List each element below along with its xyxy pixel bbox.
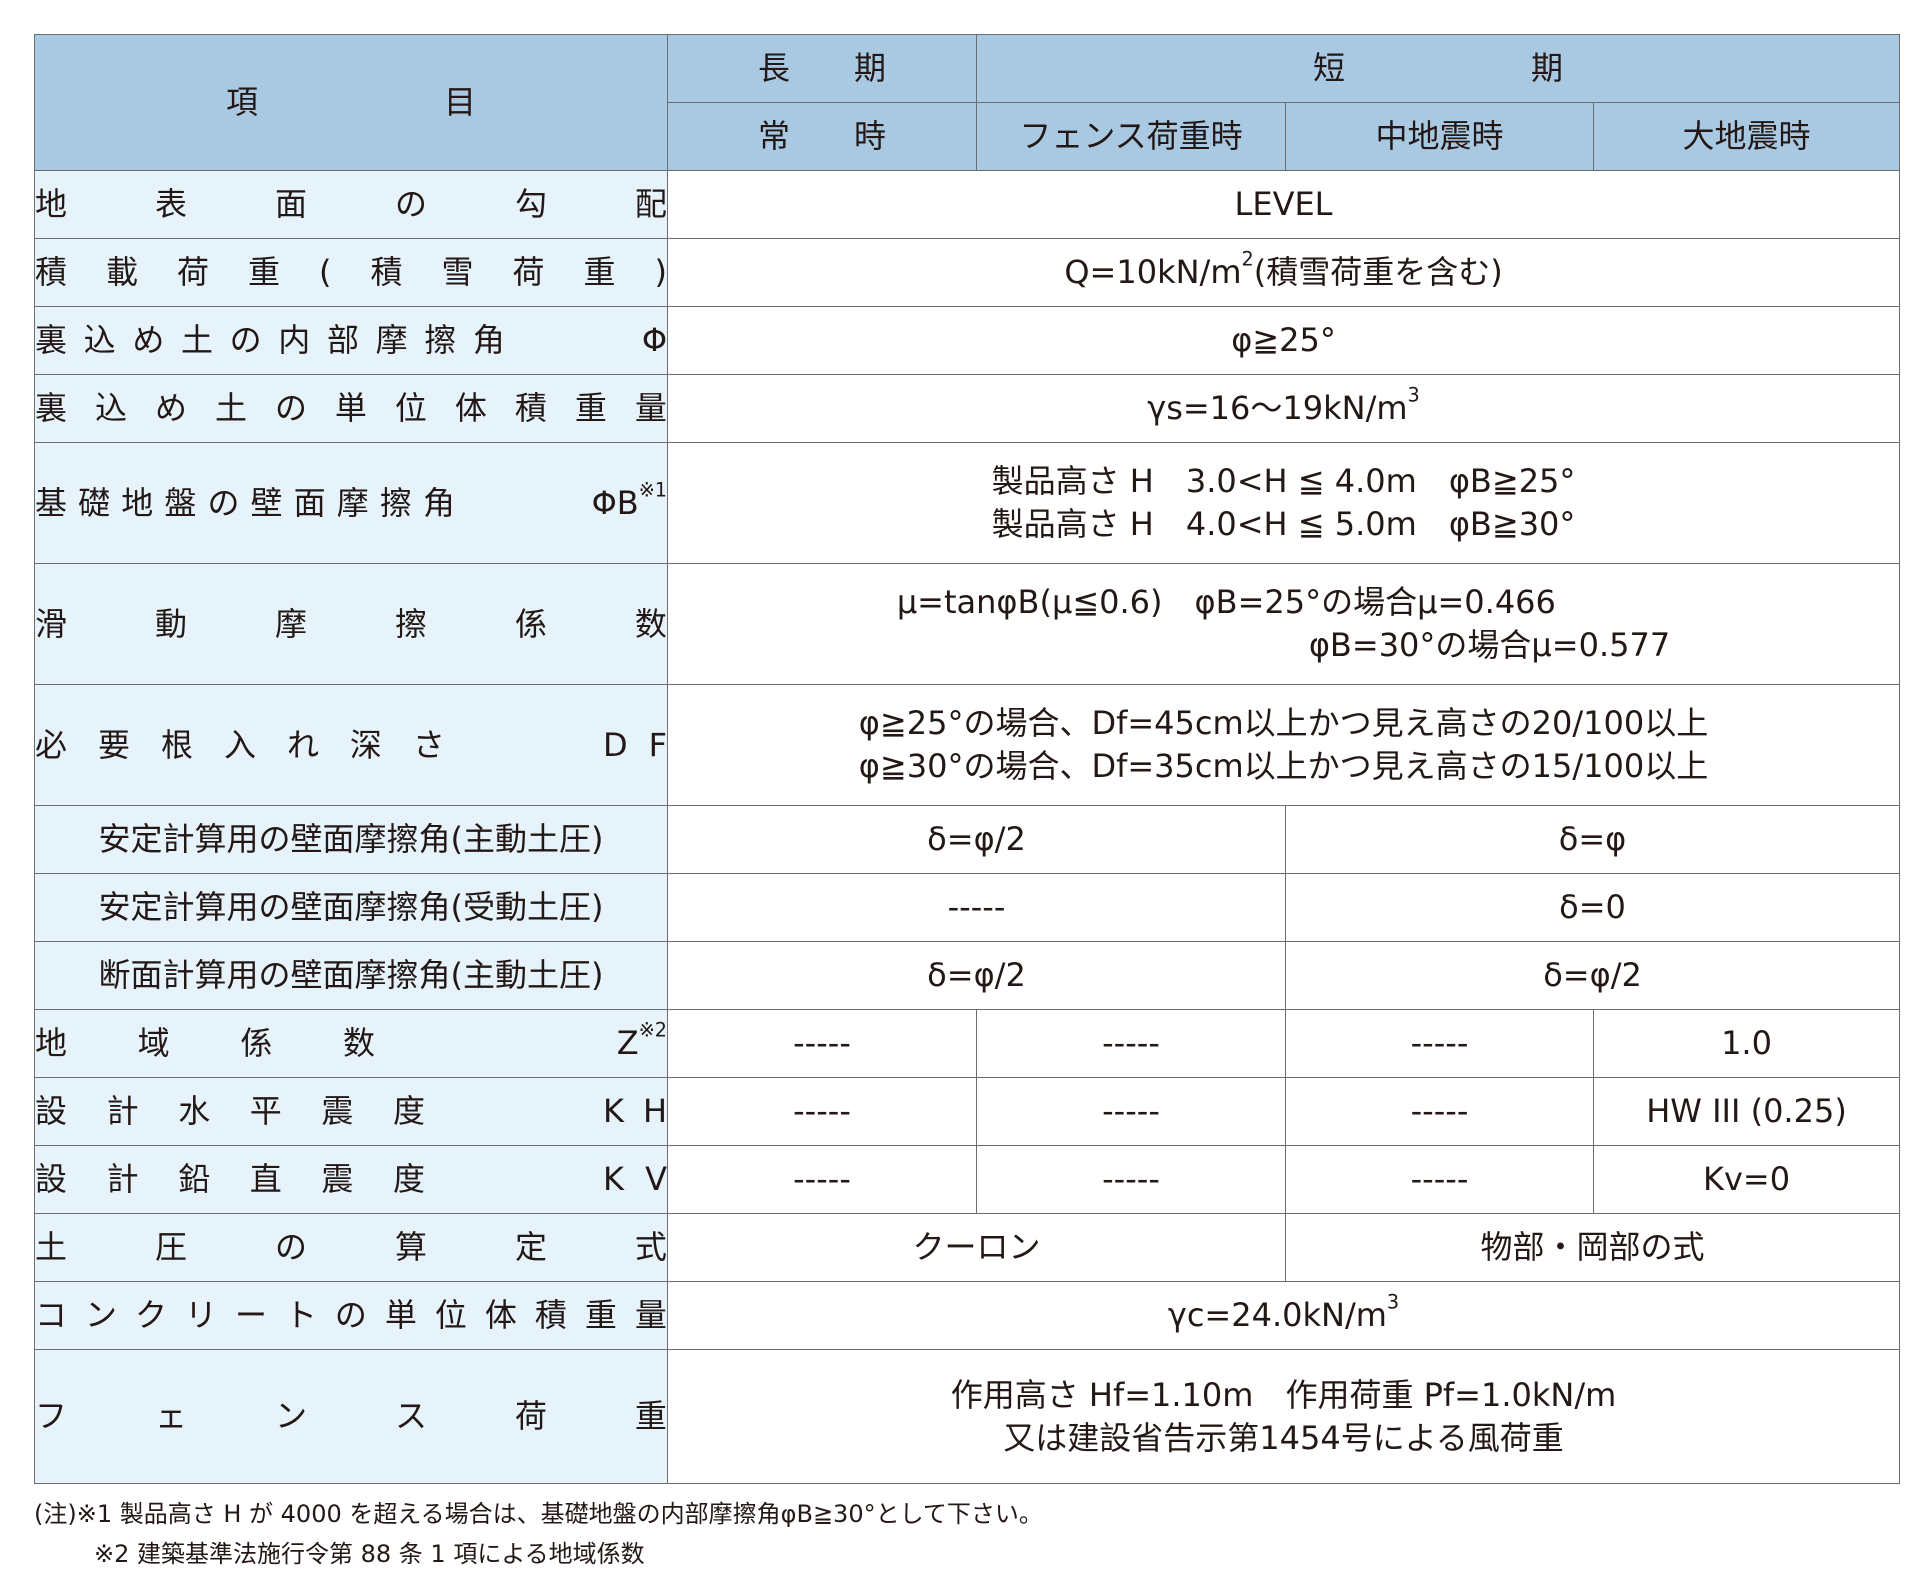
label-horizontal-seismic: 設計水平震度KH	[34, 1077, 668, 1146]
label-base-wall-friction: 基礎地盤の壁面摩擦角 ΦB※1	[34, 442, 668, 564]
label-earth-pressure-formula: 土圧の算定式	[34, 1213, 668, 1282]
value-section-active-short: δ=φ/2	[1284, 941, 1901, 1010]
label-vertical-seismic: 設計鉛直震度KV	[34, 1145, 668, 1214]
label-backfill-friction: 裏込め土の内部摩擦角Φ	[34, 306, 668, 375]
value-section-active-long: δ=φ/2	[667, 941, 1286, 1010]
label-stability-passive: 安定計算用の壁面摩擦角(受動土圧)	[34, 873, 668, 942]
label-section-active: 断面計算用の壁面摩擦角(主動土圧)	[34, 941, 668, 1010]
header-fence-load: フェンス荷重時	[976, 102, 1286, 171]
value-base-wall-friction: 製品高さ H 3.0<H ≦ 4.0m φB≧25° 製品高さ H 4.0<H …	[666, 442, 1901, 564]
value-stability-active-short: δ=φ	[1284, 805, 1901, 874]
value-kh-large: HW III (0.25)	[1592, 1077, 1901, 1146]
value-zone-medium: -----	[1285, 1009, 1594, 1078]
value-zone-normal: -----	[667, 1009, 977, 1078]
value-surcharge: Q=10kN/m2(積雪荷重を含む)	[666, 238, 1901, 307]
footnotes: (注)※1 製品高さ H が 4000 を超える場合は、基礎地盤の内部摩擦角φB…	[34, 1494, 1043, 1574]
value-backfill-unit-weight: γs=16〜19kN/m3	[666, 374, 1901, 443]
spec-table: 項目 長期 短期 常時 フェンス荷重時 中地震時 大地震時 地表面の勾配 LEV…	[34, 34, 1901, 1484]
header-item: 項目	[34, 34, 668, 171]
value-earth-formula-long: クーロン	[667, 1213, 1286, 1282]
value-backfill-friction: φ≧25°	[666, 306, 1901, 375]
label-concrete-unit-weight: コンクリートの単位体積重量	[34, 1281, 668, 1350]
value-kv-normal: -----	[667, 1145, 977, 1214]
value-embedment-depth: φ≧25°の場合、Df=45cm以上かつ見え高さの20/100以上 φ≧30°の…	[666, 684, 1901, 806]
value-kh-normal: -----	[667, 1077, 977, 1146]
value-ground-slope: LEVEL	[666, 170, 1901, 239]
value-concrete-unit-weight: γc=24.0kN/m3	[666, 1281, 1901, 1350]
header-medium-quake: 中地震時	[1285, 102, 1594, 171]
header-short-term: 短期	[975, 34, 1901, 103]
label-backfill-unit-weight: 裏込め土の単位体積重量	[34, 374, 668, 443]
label-fence-load: フェンス荷重	[34, 1349, 668, 1484]
value-fence-load: 作用高さ Hf=1.10m 作用荷重 Pf=1.0kN/m 又は建設省告示第14…	[666, 1349, 1901, 1484]
value-sliding-friction: μ=tanφB(μ≦0.6) φB=25°の場合μ=0.466 φB=30°の場…	[666, 563, 1901, 685]
header-large-quake: 大地震時	[1592, 102, 1901, 171]
value-earth-formula-short: 物部・岡部の式	[1284, 1213, 1901, 1282]
value-kv-fence: -----	[976, 1145, 1286, 1214]
label-zone-factor: 地域係数 Z※2	[34, 1009, 668, 1078]
value-kv-medium: -----	[1285, 1145, 1594, 1214]
footnote-2: ※2 建築基準法施行令第 88 条 1 項による地域係数	[94, 1540, 645, 1568]
label-sliding-friction: 滑動摩擦係数	[34, 563, 668, 685]
value-stability-active-long: δ=φ/2	[667, 805, 1286, 874]
value-stability-passive-long: -----	[667, 873, 1286, 942]
header-normal: 常時	[667, 102, 977, 171]
label-stability-active: 安定計算用の壁面摩擦角(主動土圧)	[34, 805, 668, 874]
value-kv-large: Kv=0	[1592, 1145, 1901, 1214]
value-zone-fence: -----	[976, 1009, 1286, 1078]
value-kh-medium: -----	[1285, 1077, 1594, 1146]
label-surcharge: 積載荷重(積雪荷重)	[34, 238, 668, 307]
value-kh-fence: -----	[976, 1077, 1286, 1146]
footnote-1: (注)※1 製品高さ H が 4000 を超える場合は、基礎地盤の内部摩擦角φB…	[34, 1500, 1043, 1528]
label-embedment-depth: 必要根入れ深さDF	[34, 684, 668, 806]
value-stability-passive-short: δ=0	[1284, 873, 1901, 942]
header-long-term: 長期	[667, 34, 977, 103]
value-zone-large: 1.0	[1592, 1009, 1901, 1078]
label-ground-slope: 地表面の勾配	[34, 170, 668, 239]
